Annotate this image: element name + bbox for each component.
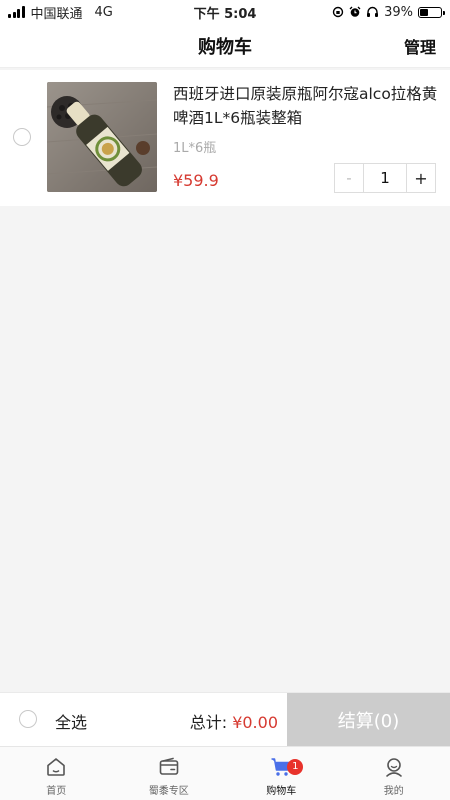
- carrier-name: 中国联通: [30, 6, 83, 22]
- cart-count-badge: 1: [287, 759, 304, 775]
- signal-icon: [8, 6, 25, 18]
- total-amount: ¥0.00: [232, 713, 278, 732]
- item-spec: 1L*6瓶: [173, 141, 217, 156]
- tab-profile[interactable]: 我的: [338, 747, 450, 800]
- quantity-stepper: - 1 +: [334, 163, 436, 193]
- wallet-icon: [159, 757, 179, 775]
- alarm-icon: [349, 6, 361, 17]
- battery-percent: 39%: [384, 4, 413, 20]
- total-label: 总计:: [189, 713, 233, 732]
- select-all-radio[interactable]: [19, 710, 37, 728]
- tab-label: 蜀黍专区: [148, 786, 189, 797]
- network-type: 4G: [94, 4, 113, 20]
- battery-fill: [420, 8, 428, 16]
- headphones-icon: [367, 6, 379, 17]
- orientation-lock-icon: [332, 6, 344, 18]
- checkout-bar: 全选 总计: ¥0.00 结算(0): [0, 692, 450, 746]
- increase-button[interactable]: +: [406, 164, 435, 192]
- tab-cart[interactable]: 1 购物车: [225, 747, 338, 800]
- tab-home[interactable]: 首页: [0, 747, 113, 800]
- status-right: 39%: [332, 4, 445, 20]
- status-left: 中国联通 4G: [8, 3, 332, 22]
- battery-icon: [418, 6, 445, 18]
- tab-label: 首页: [46, 786, 67, 797]
- tab-zone[interactable]: 蜀黍专区: [113, 747, 226, 800]
- select-all-label[interactable]: 全选: [55, 709, 87, 733]
- item-price: ¥59.9: [173, 171, 219, 190]
- nav-bar: 购物车 管理: [0, 24, 450, 68]
- checkout-button[interactable]: 结算(0): [287, 693, 450, 746]
- manage-button[interactable]: 管理: [404, 34, 436, 58]
- decrease-button[interactable]: -: [335, 164, 364, 192]
- quantity-value[interactable]: 1: [364, 169, 406, 187]
- total-summary: 总计: ¥0.00: [190, 709, 278, 733]
- home-icon: [47, 758, 66, 776]
- cart-item: 西班牙进口原装原瓶阿尔寇alco拉格黄啤酒1L*6瓶装整箱 1L*6瓶 ¥59.…: [0, 70, 450, 206]
- profile-icon: [385, 758, 402, 777]
- product-illustration: [47, 82, 157, 192]
- item-select-radio[interactable]: [13, 128, 31, 146]
- beer-bottle-image[interactable]: [47, 82, 157, 192]
- tab-label: 我的: [383, 786, 404, 797]
- status-bar: 中国联通 4G 下午 5:04 39%: [0, 0, 450, 24]
- item-title[interactable]: 西班牙进口原装原瓶阿尔寇alco拉格黄啤酒1L*6瓶装整箱: [173, 82, 441, 130]
- tab-bar: 首页 蜀黍专区 1 购物车 我的: [0, 746, 450, 800]
- page-title: 购物车: [198, 36, 252, 58]
- tab-label: 购物车: [266, 786, 297, 797]
